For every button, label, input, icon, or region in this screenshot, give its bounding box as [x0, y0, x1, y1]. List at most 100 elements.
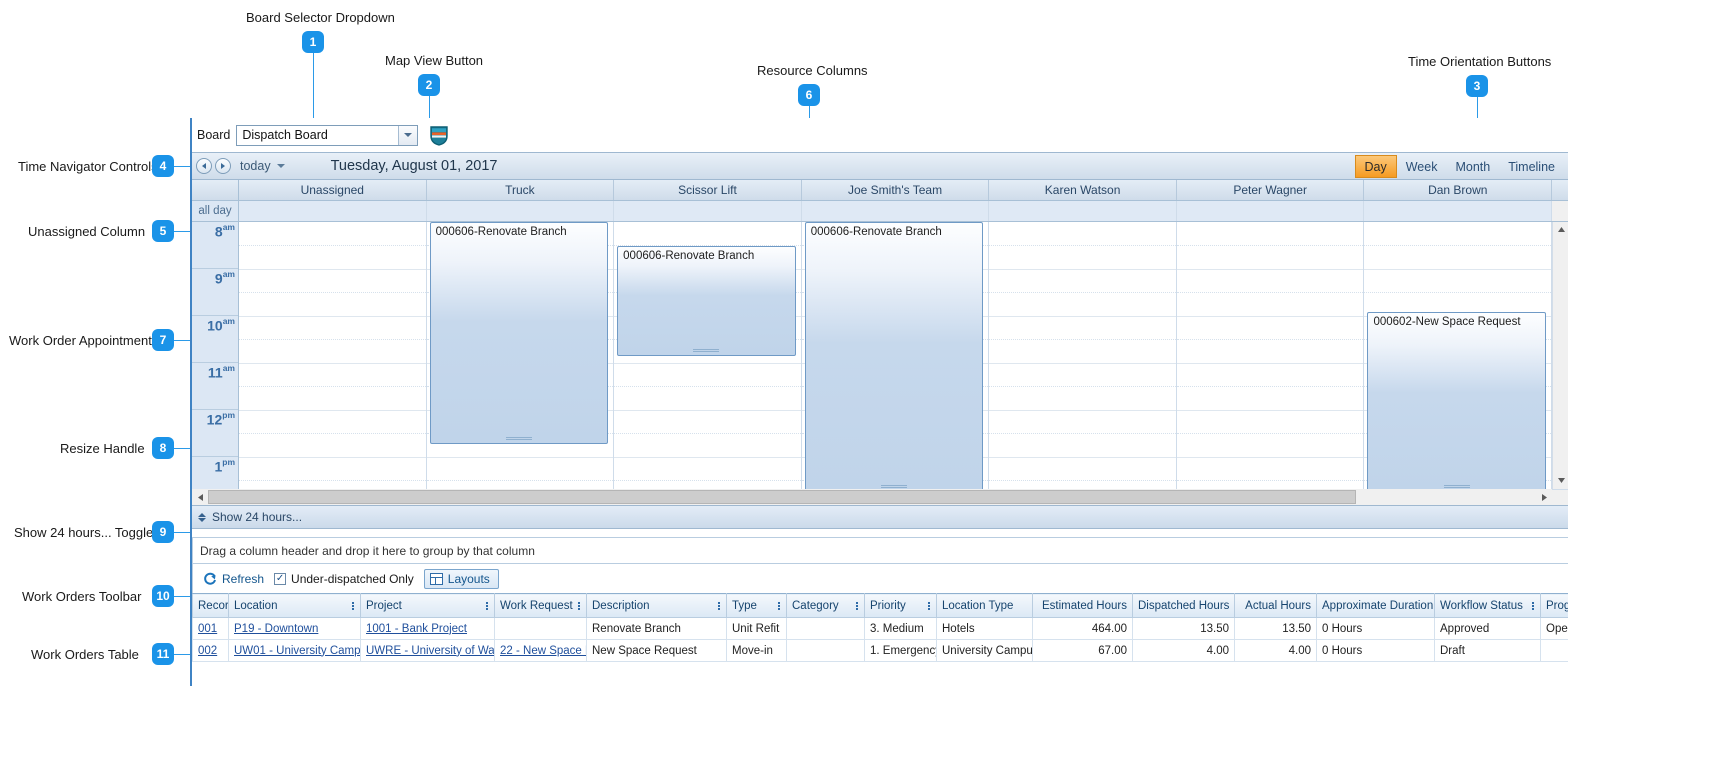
all-day-cell[interactable]: [426, 200, 615, 221]
column-menu-icon[interactable]: [718, 601, 720, 610]
cell-work-request[interactable]: 22 - New Space Request: [494, 639, 587, 662]
time-navigator-controls: today Tuesday, August 01, 2017 Day Week …: [192, 152, 1568, 180]
resource-column-karen-watson[interactable]: [989, 221, 1177, 489]
column-menu-icon[interactable]: [486, 601, 488, 610]
resource-column-peter-wagner[interactable]: [1176, 221, 1365, 489]
column-menu-icon[interactable]: [856, 601, 858, 610]
column-header-location[interactable]: Location: [228, 593, 361, 618]
orientation-day-button[interactable]: Day: [1354, 155, 1397, 178]
column-menu-icon[interactable]: [578, 601, 580, 610]
cell-work-request[interactable]: [494, 617, 587, 640]
table-row[interactable]: 001 P19 - Downtown 1001 - Bank Project R…: [192, 617, 1568, 640]
column-header-record[interactable]: Record: [192, 593, 229, 618]
group-by-drop-area[interactable]: Drag a column header and drop it here to…: [192, 537, 1568, 564]
board-selector-dropdown[interactable]: Dispatch Board: [236, 124, 419, 146]
scrollbar-thumb[interactable]: [208, 490, 1356, 505]
unassigned-column[interactable]: [239, 221, 427, 489]
under-dispatched-only-checkbox[interactable]: ✓ Under-dispatched Only: [274, 572, 414, 586]
resource-column-header-dan-brown[interactable]: Dan Brown: [1364, 180, 1553, 200]
scroll-up-icon[interactable]: [1553, 222, 1568, 238]
resource-column-header-scissor-lift[interactable]: Scissor Lift: [614, 180, 802, 200]
show-24-hours-toggle[interactable]: Show 24 hours...: [192, 505, 1568, 529]
all-day-cell[interactable]: [989, 200, 1177, 221]
orientation-month-button[interactable]: Month: [1446, 155, 1499, 178]
resize-handle[interactable]: [881, 484, 908, 488]
work-request-link[interactable]: 22 - New Space Request: [500, 645, 586, 657]
cell-location[interactable]: P19 - Downtown: [228, 617, 361, 640]
scrollbar-track[interactable]: [208, 489, 1536, 505]
scheduler-horizontal-scrollbar[interactable]: [192, 488, 1568, 505]
resource-column-dan-brown[interactable]: 000602-New Space Request: [1364, 221, 1553, 489]
time-slot-meridiem: am: [222, 221, 235, 232]
all-day-cell[interactable]: [801, 200, 990, 221]
today-button[interactable]: today: [240, 159, 271, 173]
work-order-appointment[interactable]: 000606-Renovate Branch: [429, 221, 609, 444]
table-row[interactable]: 002 UW01 - University Campus UWRE - Univ…: [192, 639, 1568, 662]
project-link[interactable]: UWRE - University of Washington Real Est…: [366, 645, 494, 657]
orientation-timeline-button[interactable]: Timeline: [1499, 155, 1564, 178]
column-menu-icon[interactable]: [778, 601, 780, 610]
resource-column-header-joe-smiths-team[interactable]: Joe Smith's Team: [802, 180, 990, 200]
cell-project[interactable]: UWRE - University of Washington Real Est…: [360, 639, 495, 662]
column-header-work-request[interactable]: Work Request: [494, 593, 587, 618]
column-header-priority[interactable]: Priority: [864, 593, 937, 618]
resource-column-scissor-lift[interactable]: 000606-Renovate Branch: [614, 221, 802, 489]
column-header-label: Category: [792, 599, 839, 612]
all-day-cell[interactable]: [1176, 200, 1365, 221]
resize-handle[interactable]: [505, 436, 532, 440]
map-view-button[interactable]: [428, 124, 450, 146]
column-header-estimated-hours[interactable]: Estimated Hours: [1032, 593, 1133, 618]
column-header-category[interactable]: Category: [786, 593, 865, 618]
scroll-right-icon[interactable]: [1536, 489, 1552, 505]
work-order-appointment[interactable]: 000606-Renovate Branch: [804, 221, 984, 489]
resource-column-truck[interactable]: 000606-Renovate Branch: [426, 221, 615, 489]
prev-period-button[interactable]: [196, 158, 212, 174]
resource-column-header-karen-watson[interactable]: Karen Watson: [989, 180, 1177, 200]
resize-handle[interactable]: [1443, 484, 1470, 488]
cell-location[interactable]: UW01 - University Campus: [228, 639, 361, 662]
checkbox-checked-icon[interactable]: ✓: [274, 572, 287, 585]
record-link[interactable]: 001: [198, 623, 217, 635]
column-header-label: Type: [732, 599, 757, 612]
resource-column-header-unassigned[interactable]: Unassigned: [239, 180, 427, 200]
chevron-down-icon[interactable]: [398, 125, 418, 145]
column-header-workflow-status[interactable]: Workflow Status: [1434, 593, 1541, 618]
column-header-project[interactable]: Project: [360, 593, 495, 618]
next-period-button[interactable]: [215, 158, 231, 174]
resource-column-header-truck[interactable]: Truck: [427, 180, 615, 200]
column-header-progress[interactable]: Progress: [1540, 593, 1568, 618]
work-order-appointment[interactable]: 000602-New Space Request: [1367, 311, 1547, 489]
cell-project[interactable]: 1001 - Bank Project: [360, 617, 495, 640]
column-header-dispatched-hours[interactable]: Dispatched Hours: [1132, 593, 1235, 618]
scroll-left-icon[interactable]: [192, 489, 208, 505]
orientation-week-button[interactable]: Week: [1397, 155, 1447, 178]
location-link[interactable]: UW01 - University Campus: [234, 645, 360, 657]
all-day-cell[interactable]: [614, 200, 802, 221]
refresh-label: Refresh: [222, 571, 265, 586]
column-header-actual-hours[interactable]: Actual Hours: [1234, 593, 1317, 618]
all-day-cell[interactable]: [1364, 200, 1553, 221]
scheduler-vertical-scrollbar[interactable]: [1552, 221, 1568, 489]
work-order-appointment[interactable]: 000606-Renovate Branch: [617, 245, 796, 356]
chevron-down-icon[interactable]: [276, 164, 285, 168]
column-header-label: Priority: [870, 599, 906, 612]
column-menu-icon[interactable]: [352, 601, 354, 610]
location-link[interactable]: P19 - Downtown: [234, 623, 318, 635]
column-menu-icon[interactable]: [928, 601, 930, 610]
column-menu-icon[interactable]: [1532, 601, 1534, 610]
resize-handle[interactable]: [693, 348, 720, 352]
project-link[interactable]: 1001 - Bank Project: [366, 623, 467, 635]
all-day-cell[interactable]: [239, 200, 427, 221]
resource-column-joe-smiths-team[interactable]: 000606-Renovate Branch: [801, 221, 990, 489]
scroll-down-icon[interactable]: [1553, 473, 1568, 489]
record-link[interactable]: 002: [198, 645, 217, 657]
cell-record[interactable]: 001: [192, 617, 229, 640]
column-header-type[interactable]: Type: [726, 593, 787, 618]
column-header-description[interactable]: Description: [586, 593, 727, 618]
refresh-button[interactable]: Refresh: [202, 572, 264, 586]
resource-column-header-peter-wagner[interactable]: Peter Wagner: [1177, 180, 1365, 200]
cell-record[interactable]: 002: [192, 639, 229, 662]
column-header-approximate-duration[interactable]: Approximate Duration: [1316, 593, 1435, 618]
column-header-location-type[interactable]: Location Type: [936, 593, 1033, 618]
layouts-button[interactable]: Layouts: [423, 568, 499, 589]
